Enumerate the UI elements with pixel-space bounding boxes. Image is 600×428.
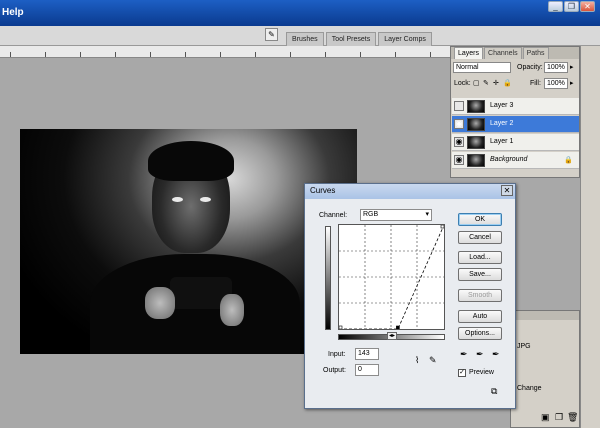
new-document-icon[interactable]: ❐ xyxy=(555,413,563,422)
menu-help[interactable]: Help xyxy=(2,7,24,18)
menu-bar: Help _ ❐ ✕ xyxy=(0,0,600,26)
white-eyedropper-icon[interactable]: ✒ xyxy=(492,350,500,359)
output-label: Output: xyxy=(323,367,346,374)
lock-move-icon[interactable]: ✛ xyxy=(493,77,499,90)
blend-mode-select[interactable]: Normal xyxy=(453,62,511,73)
gray-eyedropper-icon[interactable]: ✒ xyxy=(476,350,484,359)
chevron-down-icon: ▾ xyxy=(425,211,429,218)
opacity-arrow-icon[interactable]: ▸ xyxy=(570,61,574,74)
minimize-icon[interactable]: _ xyxy=(548,1,563,12)
lock-paint-icon[interactable]: ✎ xyxy=(483,77,489,90)
eye-icon[interactable]: ◉ xyxy=(454,119,464,129)
pencil-icon[interactable]: ✎ xyxy=(429,356,437,365)
palette-well: Brushes Tool Presets Layer Comps xyxy=(286,32,432,46)
layer-thumbnail xyxy=(467,136,485,149)
opacity-label: Opacity: xyxy=(517,64,543,71)
curve-tool-icon[interactable]: ⌇ xyxy=(415,356,419,365)
fill-arrow-icon[interactable]: ▸ xyxy=(570,77,574,90)
lock-transparency-icon[interactable]: ▢ xyxy=(473,77,480,90)
input-label: Input: xyxy=(328,351,346,358)
new-snapshot-icon[interactable]: ▣ xyxy=(541,413,550,422)
tab-layers[interactable]: Layers xyxy=(454,47,484,59)
options-bar: ✎ Brushes Tool Presets Layer Comps xyxy=(0,26,600,46)
load-button[interactable]: Load... xyxy=(458,251,502,264)
history-item[interactable]: JPG xyxy=(517,343,531,350)
save-button[interactable]: Save... xyxy=(458,268,502,281)
output-gradient-bar xyxy=(325,226,331,330)
fill-label: Fill: xyxy=(530,80,541,87)
lock-label: Lock: xyxy=(454,80,471,87)
ok-button[interactable]: OK xyxy=(458,213,502,226)
opacity-field[interactable]: 100% xyxy=(544,62,568,73)
close-icon[interactable]: ✕ xyxy=(580,1,595,12)
dialog-title: Curves xyxy=(305,184,515,199)
tab-layer-comps[interactable]: Layer Comps xyxy=(378,32,432,46)
tab-paths[interactable]: Paths xyxy=(522,47,549,59)
horizontal-ruler xyxy=(0,46,450,58)
tab-channels[interactable]: Channels xyxy=(484,47,522,59)
options-button[interactable]: Options... xyxy=(458,327,502,340)
lock-all-icon[interactable]: 🔒 xyxy=(503,77,512,90)
channel-select[interactable]: RGB ▾ xyxy=(360,209,432,221)
curve-point[interactable] xyxy=(339,325,343,329)
layer-thumbnail xyxy=(467,154,485,167)
close-icon[interactable]: ✕ xyxy=(501,185,513,196)
layer-row[interactable]: ◉ Layer 2 xyxy=(452,116,579,133)
output-field[interactable]: 0 xyxy=(355,364,379,376)
lock-icon: 🔒 xyxy=(564,157,573,164)
history-item[interactable]: Change xyxy=(517,385,542,392)
layer-row[interactable]: ◉ Layer 1 xyxy=(452,134,579,151)
expand-graph-icon[interactable]: ⧉ xyxy=(491,387,497,396)
panel-dock-scrollbar[interactable] xyxy=(580,46,600,428)
preview-checkbox[interactable]: ✓ xyxy=(458,369,466,377)
layer-name: Layer 2 xyxy=(490,120,514,127)
input-field[interactable]: 143 xyxy=(355,348,379,360)
history-panel: JPG Change ▣ ❐ 🗑 xyxy=(510,310,580,428)
tab-tool-presets[interactable]: Tool Presets xyxy=(325,32,377,46)
eye-icon[interactable]: ◉ xyxy=(454,155,464,165)
layer-name: Layer 3 xyxy=(490,102,514,109)
curves-dialog: Curves ✕ Channel: RGB ▾ ◂▸ Input: 143 Ou… xyxy=(304,183,516,409)
tab-brushes[interactable]: Brushes xyxy=(286,32,324,46)
curve-point[interactable] xyxy=(440,225,444,229)
curve-point[interactable] xyxy=(396,325,400,329)
eye-icon[interactable]: ◉ xyxy=(454,137,464,147)
cancel-button[interactable]: Cancel xyxy=(458,231,502,244)
layer-thumbnail xyxy=(467,100,485,113)
brush-preset-icon[interactable]: ✎ xyxy=(265,28,278,41)
layer-name: Layer 1 xyxy=(490,138,514,145)
preview-label: Preview xyxy=(469,369,494,376)
auto-button[interactable]: Auto xyxy=(458,310,502,323)
smooth-button[interactable]: Smooth xyxy=(458,289,502,302)
gradient-toggle-icon[interactable]: ◂▸ xyxy=(387,332,397,340)
curve-svg xyxy=(339,225,444,329)
black-eyedropper-icon[interactable]: ✒ xyxy=(460,350,468,359)
trash-icon[interactable]: 🗑 xyxy=(567,413,578,422)
layer-name: Background xyxy=(490,156,528,163)
channel-label: Channel: xyxy=(319,212,348,219)
layers-panel: Layers Channels Paths Normal Opacity: 10… xyxy=(450,46,580,178)
visibility-toggle[interactable] xyxy=(454,101,464,111)
layer-thumbnail xyxy=(467,118,485,131)
fill-field[interactable]: 100% xyxy=(544,78,568,89)
layer-row[interactable]: Layer 3 xyxy=(452,98,579,115)
curve-graph[interactable] xyxy=(338,224,445,330)
layer-row[interactable]: ◉ Background 🔒 xyxy=(452,152,579,169)
restore-icon[interactable]: ❐ xyxy=(564,1,579,12)
